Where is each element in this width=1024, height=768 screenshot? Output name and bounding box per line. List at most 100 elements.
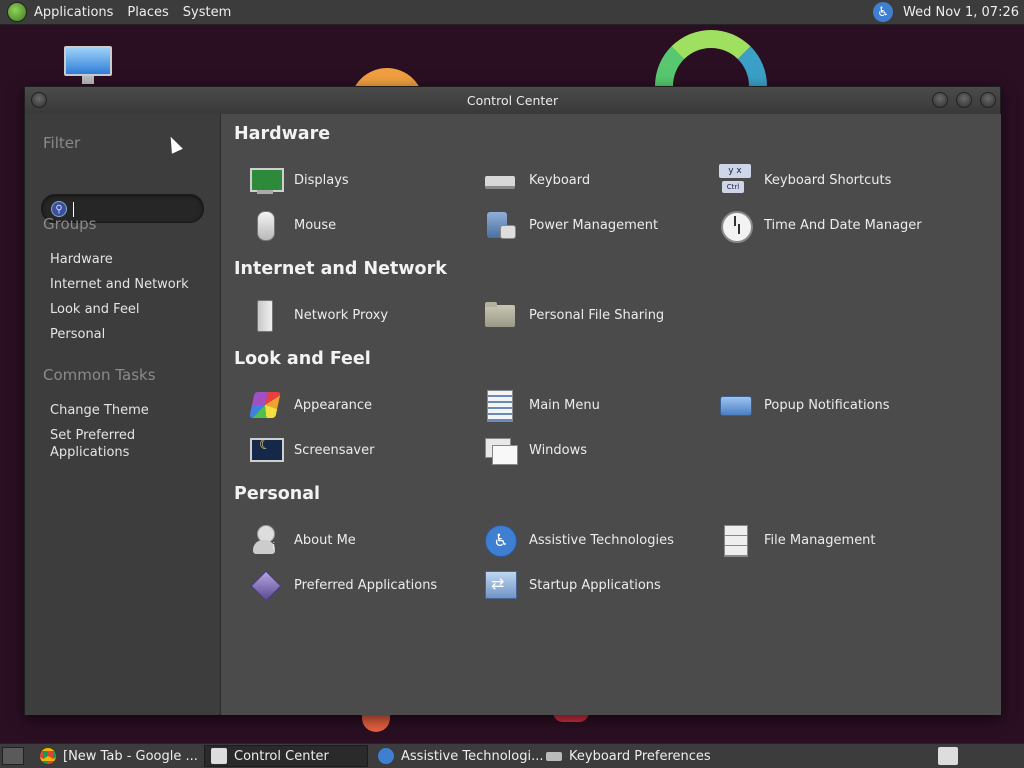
about-me-icon [249,524,281,556]
applet-label: Startup Applications [529,577,661,593]
task-button-chrome[interactable]: [New Tab - Google ... [34,745,200,767]
distro-logo-icon[interactable] [7,2,27,22]
task-link-change-theme[interactable]: Change Theme [50,402,210,419]
applet-time-and-date[interactable]: Time And Date Manager [719,207,939,243]
task-button-keyboard-preferences[interactable]: Keyboard Preferences [540,745,711,767]
common-tasks-heading: Common Tasks [43,366,156,384]
network-proxy-icon [249,299,281,332]
group-link-internet-and-network[interactable]: Internet and Network [50,276,210,293]
applet-label: Main Menu [529,397,600,413]
applet-label: Screensaver [294,442,375,458]
keyboard-layout-tray-icon[interactable] [938,747,958,765]
applet-label: Windows [529,442,588,458]
applet-label: About Me [294,532,356,548]
applet-label: Popup Notifications [764,397,890,413]
window-menu-button[interactable] [31,92,47,108]
display-icon [249,164,284,196]
main-menu-icon [484,389,516,422]
preferred-apps-icon [249,569,281,601]
group-link-personal[interactable]: Personal [50,326,210,343]
maximize-button[interactable] [956,92,972,108]
mouse-icon [249,209,281,241]
keyboard-icon [546,751,562,761]
section-title-personal: Personal [234,484,321,504]
applet-label: Power Management [529,217,659,233]
task-button-control-center[interactable]: Control Center [204,745,368,767]
keyboard-shortcuts-icon [719,164,751,196]
applet-popup-notifications[interactable]: Popup Notifications [719,387,939,423]
groups-heading: Groups [43,215,97,233]
screensaver-icon [249,434,284,466]
applet-power-management[interactable]: Power Management [484,207,704,243]
sidebar: Filter ⚲ Groups Hardware Internet and Ne… [25,114,219,715]
file-cabinet-icon [719,524,751,557]
applet-mouse[interactable]: Mouse [249,207,469,243]
applet-label: Assistive Technologies [529,532,674,548]
applet-keyboard[interactable]: Keyboard [484,162,704,198]
section-title-look-and-feel: Look and Feel [234,349,371,369]
task-label: Control Center [234,748,329,764]
accessibility-icon[interactable]: ♿ [873,2,894,22]
filter-heading: Filter [43,134,81,152]
appearance-icon [249,389,281,421]
popup-notification-icon [719,389,752,421]
control-center-icon [211,748,227,764]
keyboard-icon [484,164,516,196]
menu-places[interactable]: Places [127,5,168,20]
applet-file-management[interactable]: File Management [719,522,939,558]
startup-apps-icon [484,569,517,601]
panel-clock[interactable]: Wed Nov 1, 07:26 [903,5,1019,20]
folder-share-icon [484,299,516,331]
applet-displays[interactable]: Displays [249,162,469,198]
section-title-hardware: Hardware [234,124,331,144]
applet-windows[interactable]: Windows [484,432,704,468]
applet-label: Network Proxy [294,307,389,323]
applet-keyboard-shortcuts[interactable]: Keyboard Shortcuts [719,162,939,198]
group-link-look-and-feel[interactable]: Look and Feel [50,301,210,318]
task-label: Keyboard Preferences [569,748,711,764]
applet-label: Keyboard [529,172,591,188]
applet-appearance[interactable]: Appearance [249,387,469,423]
task-link-set-preferred-applications[interactable]: Set Preferred Applications [50,427,210,461]
windows-icon [484,434,518,466]
window-title: Control Center [466,93,559,108]
show-desktop-icon[interactable] [2,747,24,765]
applet-label: Mouse [294,217,337,233]
clock-icon [719,209,753,243]
menu-applications[interactable]: Applications [34,5,113,20]
applet-label: Preferred Applications [294,577,438,593]
applet-label: Keyboard Shortcuts [764,172,892,188]
applet-personal-file-sharing[interactable]: Personal File Sharing [484,297,704,333]
monitor-screen [64,46,112,76]
applet-main-menu[interactable]: Main Menu [484,387,704,423]
menu-system[interactable]: System [183,5,231,20]
close-button[interactable] [980,92,996,108]
applet-about-me[interactable]: About Me [249,522,469,558]
chrome-icon [40,748,56,764]
applet-grid: Hardware Displays Keyboard Keyboard Shor… [220,114,1001,715]
computer-desktop-icon[interactable] [64,46,112,84]
applet-startup-applications[interactable]: Startup Applications [484,567,704,603]
accessibility-icon [484,524,517,557]
applet-screensaver[interactable]: Screensaver [249,432,469,468]
window-titlebar[interactable]: Control Center [25,87,1000,114]
applet-network-proxy[interactable]: Network Proxy [249,297,469,333]
monitor-stand [82,76,94,84]
applet-label: File Management [764,532,876,548]
applet-label: Appearance [294,397,373,413]
task-label: Assistive Technologi... [401,748,544,764]
control-center-window: Control Center Filter ⚲ Groups Hardware … [24,86,1001,715]
applet-preferred-applications[interactable]: Preferred Applications [249,567,469,603]
applet-label: Personal File Sharing [529,307,665,323]
bottom-taskbar: [New Tab - Google ... Control Center Ass… [0,743,1024,768]
applet-assistive-technologies[interactable]: Assistive Technologies [484,522,704,558]
applet-label: Displays [294,172,349,188]
top-panel: Applications Places System ♿ Wed Nov 1, … [0,0,1024,25]
group-link-hardware[interactable]: Hardware [50,251,210,268]
task-button-assistive-technologies[interactable]: Assistive Technologi... [372,745,544,767]
section-title-internet-and-network: Internet and Network [234,259,447,279]
power-management-icon [484,209,516,241]
applet-label: Time And Date Manager [764,217,922,233]
minimize-button[interactable] [932,92,948,108]
accessibility-icon [378,748,394,764]
